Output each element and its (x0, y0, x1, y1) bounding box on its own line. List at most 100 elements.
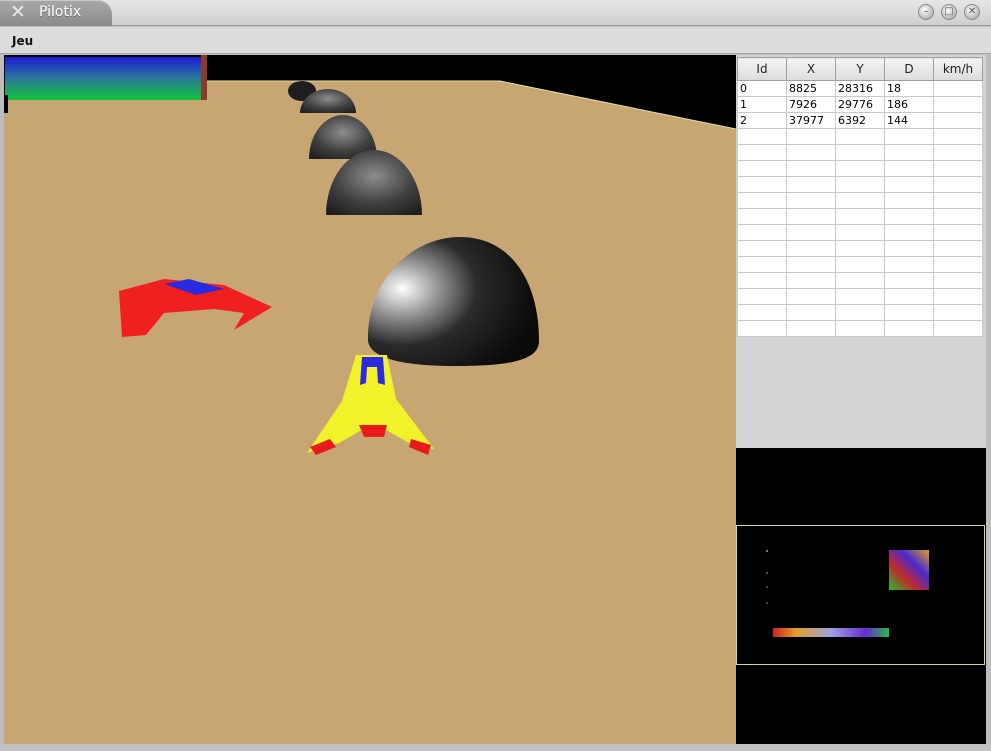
status-bar (0, 745, 991, 751)
cell-y: 6392 (835, 112, 885, 129)
empty-cell (933, 192, 983, 209)
table-row-empty[interactable] (737, 208, 983, 225)
table-row-empty[interactable] (737, 128, 983, 145)
table-row-empty[interactable] (737, 256, 983, 273)
col-header-y[interactable]: Y (835, 57, 885, 81)
empty-cell (884, 144, 934, 161)
table-row-empty[interactable] (737, 240, 983, 257)
empty-cell (835, 160, 885, 177)
menu-bar: Jeu (0, 27, 991, 54)
empty-cell (737, 160, 787, 177)
empty-cell (835, 224, 885, 241)
empty-cell (786, 192, 836, 209)
empty-cell (786, 304, 836, 321)
game-scene[interactable] (4, 55, 736, 744)
player-ship[interactable] (307, 355, 434, 455)
empty-cell (933, 144, 983, 161)
maximize-icon[interactable]: □ (941, 4, 957, 20)
table-row-empty[interactable] (737, 272, 983, 289)
dot-marker (766, 550, 768, 552)
table-row-empty[interactable] (737, 320, 983, 337)
empty-cell (737, 128, 787, 145)
empty-cell (835, 256, 885, 273)
empty-cell (737, 192, 787, 209)
table-row[interactable]: 1 7926 29776 186 (737, 96, 983, 113)
x-logo-icon[interactable]: ✕ (8, 2, 28, 22)
empty-cell (835, 144, 885, 161)
game-viewport[interactable] (4, 55, 736, 744)
col-header-x[interactable]: X (786, 57, 836, 81)
table-row-empty[interactable] (737, 288, 983, 305)
close-icon[interactable]: ✕ (964, 4, 980, 20)
empty-cell (884, 256, 934, 273)
window-title: Pilotix (39, 4, 82, 20)
cell-x: 7926 (786, 96, 836, 113)
cell-y: 29776 (835, 96, 885, 113)
color-strip (773, 628, 889, 637)
empty-cell (835, 320, 885, 337)
energy-bar (5, 57, 204, 100)
col-header-d[interactable]: D (884, 57, 934, 81)
table-row-empty[interactable] (737, 176, 983, 193)
empty-cell (786, 176, 836, 193)
cell-x: 8825 (786, 80, 836, 97)
table-row-empty[interactable] (737, 144, 983, 161)
empty-cell (884, 192, 934, 209)
table-row-empty[interactable] (737, 224, 983, 241)
title-bar[interactable]: ✕ Pilotix – □ ✕ (0, 0, 991, 26)
empty-cell (737, 240, 787, 257)
menu-jeu[interactable]: Jeu (12, 34, 33, 48)
table-row-empty[interactable] (737, 192, 983, 209)
enemy-ship[interactable] (119, 279, 272, 337)
empty-cell (786, 224, 836, 241)
cell-speed (933, 96, 983, 113)
cell-x: 37977 (786, 112, 836, 129)
cell-d: 144 (884, 112, 934, 129)
empty-cell (835, 176, 885, 193)
col-header-speed[interactable]: km/h (933, 57, 983, 81)
empty-cell (786, 320, 836, 337)
empty-cell (884, 304, 934, 321)
table-row[interactable]: 0 8825 28316 18 (737, 80, 983, 97)
empty-cell (884, 224, 934, 241)
title-tab[interactable]: ✕ Pilotix (0, 0, 112, 26)
empty-cell (835, 272, 885, 289)
empty-cell (786, 208, 836, 225)
empty-cell (933, 240, 983, 257)
ship-table[interactable]: Id X Y D km/h 0 8825 28316 18 1 7926 297… (737, 57, 983, 337)
empty-cell (835, 288, 885, 305)
color-cube (889, 550, 929, 590)
empty-cell (786, 272, 836, 289)
empty-cell (786, 160, 836, 177)
cell-y: 28316 (835, 80, 885, 97)
minimize-icon[interactable]: – (918, 4, 934, 20)
cell-speed (933, 112, 983, 129)
gl-info-panel (736, 525, 985, 665)
empty-cell (835, 208, 885, 225)
empty-cell (835, 240, 885, 257)
col-header-id[interactable]: Id (737, 57, 787, 81)
empty-cell (786, 288, 836, 305)
empty-cell (884, 320, 934, 337)
empty-cell (933, 256, 983, 273)
empty-cell (737, 224, 787, 241)
empty-cell (933, 208, 983, 225)
right-panel: Id X Y D km/h 0 8825 28316 18 1 7926 297… (736, 55, 986, 744)
empty-cell (737, 288, 787, 305)
empty-cell (933, 320, 983, 337)
cell-speed (933, 80, 983, 97)
table-row-empty[interactable] (737, 304, 983, 321)
cell-d: 186 (884, 96, 934, 113)
empty-cell (835, 192, 885, 209)
empty-cell (933, 288, 983, 305)
cell-d: 18 (884, 80, 934, 97)
empty-cell (933, 304, 983, 321)
gl-info-graphic (766, 550, 929, 637)
energy-bar-shadow (4, 95, 8, 113)
table-row-empty[interactable] (737, 160, 983, 177)
cell-id: 0 (737, 80, 787, 97)
table-row[interactable]: 2 37977 6392 144 (737, 112, 983, 129)
empty-cell (933, 224, 983, 241)
empty-cell (884, 288, 934, 305)
empty-cell (786, 240, 836, 257)
